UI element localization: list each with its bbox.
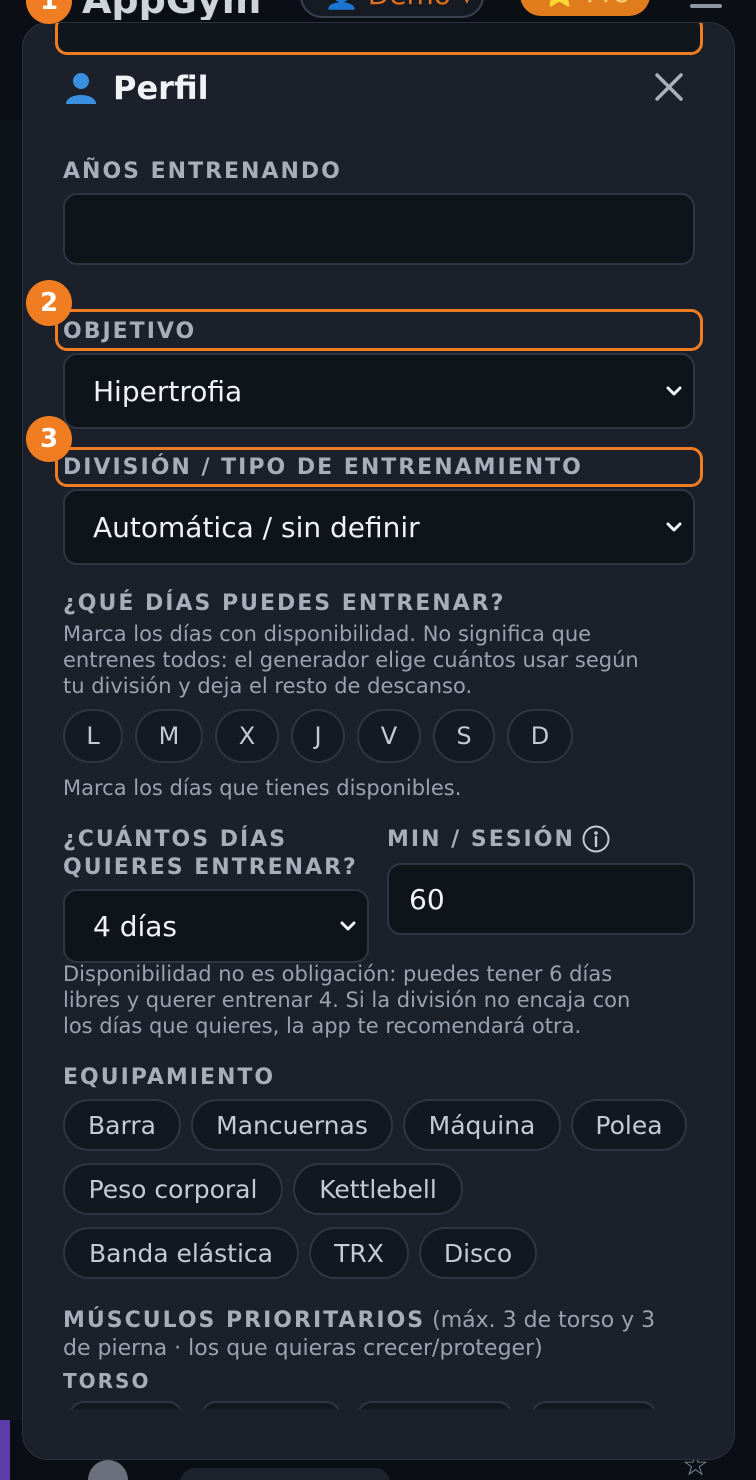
profile-modal: Perfil AÑOS ENTRENANDO OBJETIVO Hipertro…	[22, 22, 735, 1460]
modal-footer-mask	[23, 1409, 734, 1459]
demo-user-button[interactable]: 👤 Demo ▾	[300, 0, 484, 18]
session-minutes-input[interactable]: 60	[387, 863, 695, 935]
equipment-label: EQUIPAMIENTO	[63, 1065, 276, 1090]
torso-label: TORSO	[63, 1369, 151, 1393]
chevron-down-icon	[666, 522, 682, 532]
frequency-help-line: los días que quieres, la app te recomend…	[63, 1014, 582, 1038]
day-toggle-v[interactable]: V	[357, 709, 421, 763]
frequency-select-value: 4 días	[93, 909, 178, 943]
equipment-chip-barra[interactable]: Barra	[63, 1099, 181, 1151]
pro-button[interactable]: ⭐ Pro	[520, 0, 650, 16]
background-header: AppGym 👤 Demo ▾ ⭐ Pro	[0, 0, 756, 20]
day-toggle-l[interactable]: L	[63, 709, 123, 763]
equipment-chip-peso-corporal[interactable]: Peso corporal	[63, 1163, 283, 1215]
annotation-badge-1: 1	[26, 0, 72, 24]
days-help-line: entrenes todos: el generador elige cuánt…	[63, 648, 639, 672]
chevron-down-icon	[666, 386, 682, 396]
split-select-value: Automática / sin definir	[93, 510, 420, 544]
equipment-chip-mancuernas[interactable]: Mancuernas	[191, 1099, 393, 1151]
annotation-highlight-3	[55, 447, 703, 487]
days-help-line: tu división y deja el resto de descanso.	[63, 674, 473, 698]
annotation-highlight-2	[55, 309, 703, 351]
equipment-chip-polea[interactable]: Polea	[571, 1099, 687, 1151]
frequency-select[interactable]: 4 días	[63, 889, 369, 963]
frequency-help-line: libres y querer entrenar 4. Si la divisi…	[63, 988, 631, 1012]
muscles-note: (máx. 3 de torso y 3	[432, 1308, 656, 1333]
info-icon[interactable]	[581, 824, 611, 854]
menu-icon[interactable]	[690, 4, 722, 8]
background-pill	[180, 1468, 390, 1480]
day-toggle-m[interactable]: M	[135, 709, 203, 763]
goal-select-value: Hipertrofia	[93, 374, 243, 408]
days-hint: Marca los días que tienes disponibles.	[63, 776, 462, 800]
modal-title-text: Perfil	[113, 69, 209, 107]
equipment-chip-banda-elastica[interactable]: Banda elástica	[63, 1227, 299, 1279]
day-toggle-s[interactable]: S	[433, 709, 495, 763]
day-toggle-d[interactable]: D	[507, 709, 573, 763]
annotation-highlight-1	[55, 23, 703, 55]
equipment-chip-kettlebell[interactable]: Kettlebell	[293, 1163, 463, 1215]
days-help-line: Marca los días con disponibilidad. No si…	[63, 622, 592, 646]
person-icon	[66, 73, 96, 104]
muscles-note: de pierna · los que quieras crecer/prote…	[63, 1336, 543, 1361]
session-label: MIN / SESIÓN	[387, 827, 575, 852]
equipment-chip-maquina[interactable]: Máquina	[403, 1099, 561, 1151]
annotation-badge-3: 3	[26, 416, 72, 462]
equipment-chip-disco[interactable]: Disco	[419, 1227, 537, 1279]
muscles-label: MÚSCULOS PRIORITARIOS	[63, 1308, 426, 1333]
frequency-label: ¿CUÁNTOS DÍAS	[63, 827, 288, 852]
background-app-area	[0, 120, 22, 1420]
frequency-help-line: Disponibilidad no es obligación: puedes …	[63, 962, 613, 986]
equipment-chip-trx[interactable]: TRX	[309, 1227, 409, 1279]
chevron-down-icon	[340, 921, 356, 931]
close-icon[interactable]	[651, 69, 687, 105]
app-title: AppGym	[82, 0, 261, 20]
goal-select[interactable]: Hipertrofia	[63, 353, 695, 429]
background-accent-bar	[0, 1420, 10, 1480]
years-input[interactable]	[63, 193, 695, 265]
day-toggle-x[interactable]: X	[215, 709, 279, 763]
split-select[interactable]: Automática / sin definir	[63, 489, 695, 565]
years-label: AÑOS ENTRENANDO	[63, 159, 342, 184]
annotation-badge-2: 2	[26, 280, 72, 326]
day-toggle-j[interactable]: J	[291, 709, 345, 763]
frequency-label: QUIERES ENTRENAR?	[63, 855, 358, 880]
muscles-heading: MÚSCULOS PRIORITARIOS (máx. 3 de torso y…	[63, 1307, 655, 1335]
modal-title: Perfil	[63, 69, 209, 107]
microphone-icon[interactable]	[88, 1460, 128, 1480]
days-label: ¿QUÉ DÍAS PUEDES ENTRENAR?	[63, 591, 506, 616]
